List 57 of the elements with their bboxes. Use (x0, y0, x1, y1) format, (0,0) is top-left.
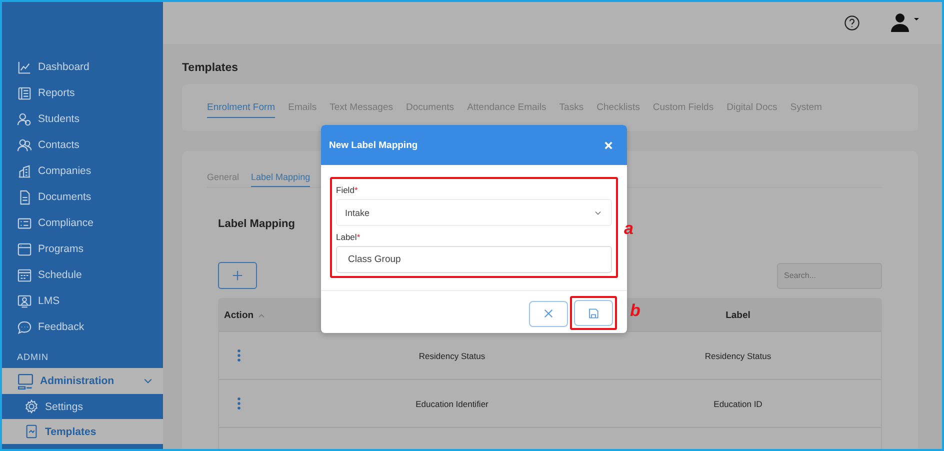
nav-icon (17, 320, 32, 334)
nav-item[interactable]: Schedule (2, 262, 163, 288)
nav-item[interactable]: Programs (2, 236, 163, 262)
nav-item[interactable]: Feedback (2, 314, 163, 340)
nav-item[interactable]: Companies (2, 158, 163, 184)
nav-icon (17, 60, 32, 74)
kebab-menu-icon[interactable] (237, 349, 241, 362)
nav-item[interactable]: Documents (2, 184, 163, 210)
user-menu-icon[interactable] (890, 13, 920, 33)
annotation-letter: b (630, 302, 640, 319)
nav-sub-item[interactable]: Templates (2, 419, 163, 444)
nav-icon (17, 164, 32, 178)
nav-item[interactable]: Students (2, 106, 163, 132)
help-icon[interactable] (844, 15, 860, 31)
tab[interactable]: Enrolment Form (207, 98, 276, 118)
search-field[interactable]: Search... (777, 262, 882, 288)
nav-icon (17, 190, 32, 204)
kebab-menu-icon[interactable] (237, 397, 241, 410)
table-cell: Education Identifier (416, 398, 488, 408)
column-header[interactable]: Action (224, 310, 254, 320)
document-icon (24, 424, 39, 439)
field-label: Field* (336, 185, 359, 195)
input-field[interactable]: Class Group (336, 246, 612, 273)
nav-item[interactable]: Compliance (2, 210, 163, 236)
plus-icon (232, 270, 243, 281)
nav-icon (17, 216, 32, 230)
dialog-title: New Label Mapping (329, 140, 418, 150)
close-icon (543, 308, 554, 319)
section-title: Label Mapping (218, 218, 295, 230)
tab[interactable]: Label Mapping (251, 168, 310, 187)
nav-group-item[interactable]: Administration (2, 368, 163, 394)
nav-item[interactable]: Dashboard (2, 54, 163, 80)
select-field[interactable]: Intake (336, 199, 612, 226)
nav-item[interactable]: Contacts (2, 132, 163, 158)
nav-item[interactable]: LMS (2, 288, 163, 314)
table-cell: Residency Status (418, 350, 486, 360)
add-button[interactable] (218, 262, 257, 289)
page-title: Templates (182, 62, 240, 74)
tab[interactable]: Custom Fields (652, 98, 714, 118)
sort-icon[interactable] (258, 312, 265, 318)
close-icon[interactable] (604, 140, 613, 150)
field-label: Label* (336, 232, 362, 242)
nav-icon (17, 242, 32, 256)
section-heading: ADMIN (16, 351, 50, 364)
annotation-letter: a (624, 220, 634, 237)
nav-icon (17, 138, 32, 152)
nav-item[interactable]: Reports (2, 80, 163, 106)
nav-icon (17, 112, 32, 126)
gear-icon (24, 399, 39, 414)
nav-icon (17, 294, 32, 308)
nav-icon (17, 86, 32, 100)
table-cell: Residency Status (704, 350, 772, 360)
monitor-icon (17, 372, 34, 390)
nav-icon (17, 268, 32, 282)
column-header: Label (726, 310, 750, 320)
cancel-button[interactable] (529, 300, 568, 326)
table-cell: Education ID (714, 398, 762, 408)
